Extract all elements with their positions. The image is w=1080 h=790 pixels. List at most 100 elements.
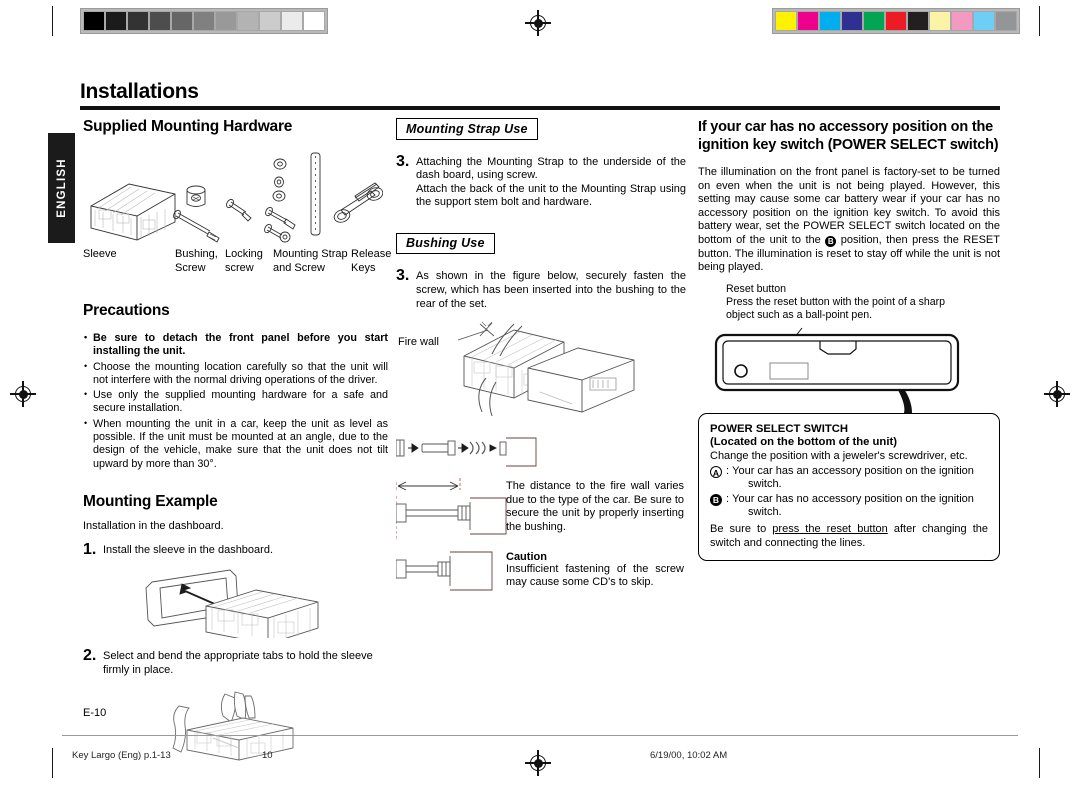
crop-mark-top-right [1039, 6, 1040, 36]
caution-heading: Caution [506, 550, 547, 563]
sleeve-into-dashboard-figure [138, 566, 388, 639]
color-swatch [797, 11, 819, 31]
option-a-mark: A [710, 465, 726, 492]
mounting-example-heading: Mounting Example [83, 492, 218, 510]
page-title: Installations [80, 80, 199, 103]
hardware-label-strap-line2: and Screw [273, 262, 325, 274]
power-box-option-b: B : Your car has no accessory position o… [710, 493, 988, 520]
color-swatch [973, 11, 995, 31]
power-select-section-heading: If your car has no accessory position on… [698, 119, 999, 153]
grayscale-calibration-strip [80, 8, 328, 34]
option-b-text: Your car has no accessory position on th… [732, 492, 974, 505]
bushing-assembly-figures: The distance to the fire wall varies due… [396, 436, 686, 616]
hardware-label-bushing-line2: Screw [175, 262, 206, 274]
color-swatch [951, 11, 973, 31]
option-b-mark: B [710, 493, 726, 520]
power-box-footer: Be sure to press the reset button after … [710, 523, 988, 550]
precaution-item: Be sure to detach the front panel before… [83, 331, 388, 359]
color-swatch [885, 11, 907, 31]
option-a-indent-text: switch. [748, 478, 782, 491]
step-2-number: 2. [83, 647, 97, 665]
grayscale-swatch [237, 11, 259, 31]
crop-mark-top-left [52, 6, 53, 36]
footer-page-number: 10 [262, 750, 273, 761]
option-b-text-wrap: : Your car has no accessory position on … [726, 493, 988, 520]
power-box-subtitle: (Located on the bottom of the unit) [710, 436, 897, 449]
right-column: If your car has no accessory position on… [698, 118, 1000, 562]
option-a-text-wrap: : Your car has an accessory position on … [726, 465, 988, 492]
fire-wall-figure: Fire wall [396, 320, 686, 430]
hardware-labels: Sleeve Bushing, Screw Locking screw Moun… [83, 248, 392, 282]
supplied-hardware-heading: Supplied Mounting Hardware [83, 118, 293, 135]
crop-mark-bottom-left [52, 748, 53, 778]
bushing-step: 3. As shown in the figure below, securel… [396, 268, 686, 311]
precaution-item: When mounting the unit in a car, keep th… [83, 417, 388, 471]
step-1-number: 1. [83, 540, 97, 558]
fire-wall-distance-text: The distance to the fire wall varies due… [506, 480, 684, 533]
power-select-body-text: The illumination on the front panel is f… [698, 166, 1000, 275]
bushing-use-heading: Bushing Use [396, 232, 495, 255]
grayscale-swatch [171, 11, 193, 31]
hardware-label-locking-line1: Locking [225, 248, 263, 260]
strap-step-number: 3. [396, 152, 410, 170]
strap-step-text: Attaching the Mounting Strap to the unde… [416, 155, 686, 209]
power-select-switch-box: POWER SELECT SWITCH (Located on the bott… [698, 412, 1000, 562]
hardware-label-release-line1: Release [351, 248, 392, 260]
bushing-short-distance-diagram [396, 551, 493, 591]
hardware-label-release-line2: Keys [351, 262, 376, 274]
grayscale-swatch [281, 11, 303, 31]
reset-button-figure: Reset button Press the reset button with… [698, 283, 1000, 413]
hardware-label-bushing-line1: Bushing, [175, 248, 218, 260]
color-swatch [863, 11, 885, 31]
crop-mark-bottom-right [1039, 748, 1040, 778]
color-swatch [841, 11, 863, 31]
power-box-intro: Change the position with a jeweler's scr… [710, 449, 968, 462]
power-box-title: POWER SELECT SWITCH [710, 422, 849, 435]
grayscale-swatch [127, 11, 149, 31]
caution-text: Insufficient fastening of the screw may … [506, 562, 684, 589]
step-2-text: Select and bend the appropriate tabs to … [103, 650, 373, 676]
hardware-label-strap-line1: Mounting Strap [273, 248, 348, 260]
mounting-strap-use-heading: Mounting Strap Use [396, 118, 538, 140]
screw-illustration [173, 209, 220, 243]
middle-column: Mounting Strap Use 3. Attaching the Moun… [396, 118, 686, 616]
registration-mark-left [10, 381, 36, 407]
sleeve-illustration [90, 183, 176, 241]
registration-mark-bottom [525, 750, 551, 776]
mounting-example-intro: Installation in the dashboard. [83, 519, 224, 532]
grayscale-swatch [193, 11, 215, 31]
color-swatch [929, 11, 951, 31]
page-number: E-10 [83, 707, 107, 719]
bushing-distance-diagram [396, 478, 507, 541]
bushing-exploded-diagram [396, 437, 537, 467]
grayscale-swatch [215, 11, 237, 31]
color-swatch [775, 11, 797, 31]
mounting-strap-hardware-illustration [264, 152, 321, 243]
option-b-indent-text: switch. [748, 506, 782, 519]
grayscale-swatch [259, 11, 281, 31]
color-swatch [819, 11, 841, 31]
color-swatch [907, 11, 929, 31]
bushing-illustration [186, 185, 206, 207]
footer-filename: Key Largo (Eng) p.1-13 [72, 750, 171, 761]
title-underline [80, 106, 1000, 110]
language-tab-label: ENGLISH [55, 158, 68, 218]
power-box-footer-pre: Be sure to [710, 522, 773, 535]
hardware-label-sleeve-line1: Sleeve [83, 248, 117, 260]
precaution-item: Use only the supplied mounting hardware … [83, 388, 388, 416]
option-a-text: Your car has an accessory position on th… [732, 464, 974, 477]
footer-rule [62, 735, 1018, 736]
power-box-footer-link: press the reset button [772, 522, 888, 535]
locking-screw-illustration [226, 198, 252, 222]
document-page: Installations ENGLISH Supplied Mounting … [0, 0, 1080, 790]
color-swatch [995, 11, 1017, 31]
left-column: Supplied Mounting Hardware Sleeve Bushin… [83, 118, 392, 766]
mounting-strap-step: 3. Attaching the Mounting Strap to the u… [396, 152, 686, 210]
power-box-option-a: A : Your car has an accessory position o… [710, 465, 988, 492]
grayscale-swatch [149, 11, 171, 31]
mark-a-icon: A [710, 465, 722, 478]
precautions-heading: Precautions [83, 302, 170, 319]
release-keys-illustration [333, 182, 383, 223]
step-1-text: Install the sleeve in the dashboard. [103, 543, 274, 556]
mark-b-option-icon: B [710, 493, 722, 506]
